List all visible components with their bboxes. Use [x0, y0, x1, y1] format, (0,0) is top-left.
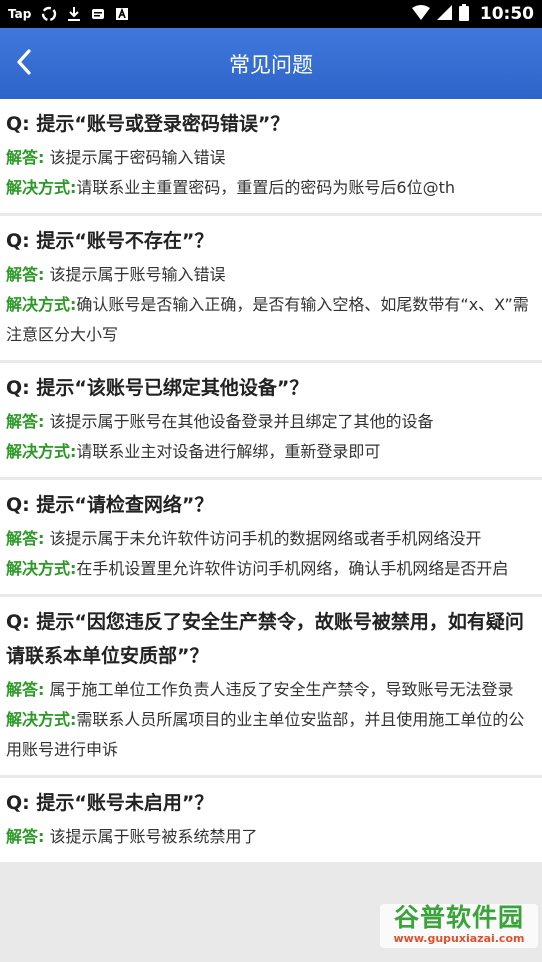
faq-solution: 解决方式:在手机设置里允许软件访问手机网络，确认手机网络是否开启: [6, 554, 534, 584]
message-icon: [91, 7, 105, 21]
solution-label: 解决方式:: [6, 559, 77, 578]
faq-answer: 解答: 该提示属于密码输入错误: [6, 143, 534, 173]
answer-text: 该提示属于账号在其他设备登录并且绑定了其他的设备: [49, 412, 434, 431]
faq-item: Q: 提示“因您违反了安全生产禁令，故账号被禁用，如有疑问请联系本单位安质部”？…: [0, 597, 542, 775]
solution-label: 解决方式:: [6, 295, 77, 314]
answer-label: 解答:: [6, 265, 45, 284]
faq-solution: 解决方式:需联系人员所属项目的业主单位安监部，并且使用施工单位的公用账号进行申诉: [6, 705, 534, 765]
solution-label: 解决方式:: [6, 710, 77, 729]
solution-text: 确认账号是否输入正确，是否有输入空格、如尾数带有“x、X”需注意区分大小写: [6, 295, 529, 344]
faq-answer: 解答: 属于施工单位工作负责人违反了安全生产禁令，导致账号无法登录: [6, 675, 534, 705]
faq-question: Q: 提示“账号不存在”？: [6, 230, 214, 252]
watermark-logo: 谷普软件园 www.gupuxiazai.com: [380, 904, 538, 948]
chevron-left-icon: [16, 48, 32, 80]
answer-text: 该提示属于密码输入错误: [49, 148, 226, 167]
answer-label: 解答:: [6, 148, 45, 167]
faq-answer: 解答: 该提示属于账号被系统禁用了: [6, 822, 534, 852]
faq-item: Q: 提示“该账号已绑定其他设备”？ 解答: 该提示属于账号在其他设备登录并且绑…: [0, 363, 542, 477]
answer-text: 属于施工单位工作负责人违反了安全生产禁令，导致账号无法登录: [49, 680, 514, 699]
signal-icon: [436, 4, 452, 24]
faq-item: Q: 提示“账号不存在”？ 解答: 该提示属于账号输入错误 解决方式:确认账号是…: [0, 216, 542, 360]
answer-text: 该提示属于未允许软件访问手机的数据网络或者手机网络没开: [49, 529, 482, 548]
download-icon: [67, 6, 81, 22]
a-box-icon: [115, 7, 129, 21]
faq-question: Q: 提示“请检查网络”？: [6, 494, 214, 516]
app-header: 常见问题: [0, 28, 542, 99]
answer-label: 解答:: [6, 412, 45, 431]
solution-label: 解决方式:: [6, 178, 77, 197]
status-bar: Tap 10:50: [0, 0, 542, 28]
faq-item: Q: 提示“请检查网络”？ 解答: 该提示属于未允许软件访问手机的数据网络或者手…: [0, 480, 542, 594]
answer-label: 解答:: [6, 680, 45, 699]
watermark-name: 谷普软件园: [393, 903, 524, 932]
faq-question: Q: 提示“因您违反了安全生产禁令，故账号被禁用，如有疑问请联系本单位安质部”？: [6, 611, 524, 667]
status-right-icons: 10:50: [411, 3, 534, 25]
wifi-icon: [411, 4, 430, 24]
tap-text: Tap: [8, 7, 32, 21]
solution-text: 请联系业主重置密码，重置后的密码为账号后6位@th: [76, 178, 456, 197]
sync-icon: [41, 6, 57, 22]
page-title: 常见问题: [229, 52, 313, 77]
solution-label: 解决方式:: [6, 442, 77, 461]
faq-question: Q: 提示“账号或登录密码错误”？: [6, 113, 290, 135]
faq-solution: 解决方式:确认账号是否输入正确，是否有输入空格、如尾数带有“x、X”需注意区分大…: [6, 290, 534, 350]
faq-item: Q: 提示“账号或登录密码错误”？ 解答: 该提示属于密码输入错误 解决方式:请…: [0, 99, 542, 213]
answer-text: 该提示属于账号输入错误: [49, 265, 226, 284]
solution-text: 在手机设置里允许软件访问手机网络，确认手机网络是否开启: [76, 559, 509, 578]
answer-text: 该提示属于账号被系统禁用了: [49, 827, 258, 846]
answer-label: 解答:: [6, 827, 45, 846]
status-time: 10:50: [479, 4, 534, 24]
faq-answer: 解答: 该提示属于未允许软件访问手机的数据网络或者手机网络没开: [6, 524, 534, 554]
faq-question: Q: 提示“该账号已绑定其他设备”？: [6, 377, 309, 399]
solution-text: 需联系人员所属项目的业主单位安监部，并且使用施工单位的公用账号进行申诉: [6, 710, 525, 759]
faq-solution: 解决方式:请联系业主对设备进行解绑，重新登录即可: [6, 437, 534, 467]
faq-answer: 解答: 该提示属于账号在其他设备登录并且绑定了其他的设备: [6, 407, 534, 437]
faq-item: Q: 提示“账号未启用”？ 解答: 该提示属于账号被系统禁用了: [0, 778, 542, 862]
faq-solution: 解决方式:请联系业主重置密码，重置后的密码为账号后6位@th: [6, 173, 534, 203]
faq-answer: 解答: 该提示属于账号输入错误: [6, 260, 534, 290]
status-left-icons: Tap: [8, 6, 412, 22]
faq-question: Q: 提示“账号未启用”？: [6, 792, 214, 814]
back-button[interactable]: [0, 28, 48, 99]
solution-text: 请联系业主对设备进行解绑，重新登录即可: [76, 442, 381, 461]
answer-label: 解答:: [6, 529, 45, 548]
battery-icon: [458, 3, 469, 25]
watermark-url: www.gupuxiazai.com: [393, 932, 525, 945]
faq-list: Q: 提示“账号或登录密码错误”？ 解答: 该提示属于密码输入错误 解决方式:请…: [0, 99, 542, 862]
